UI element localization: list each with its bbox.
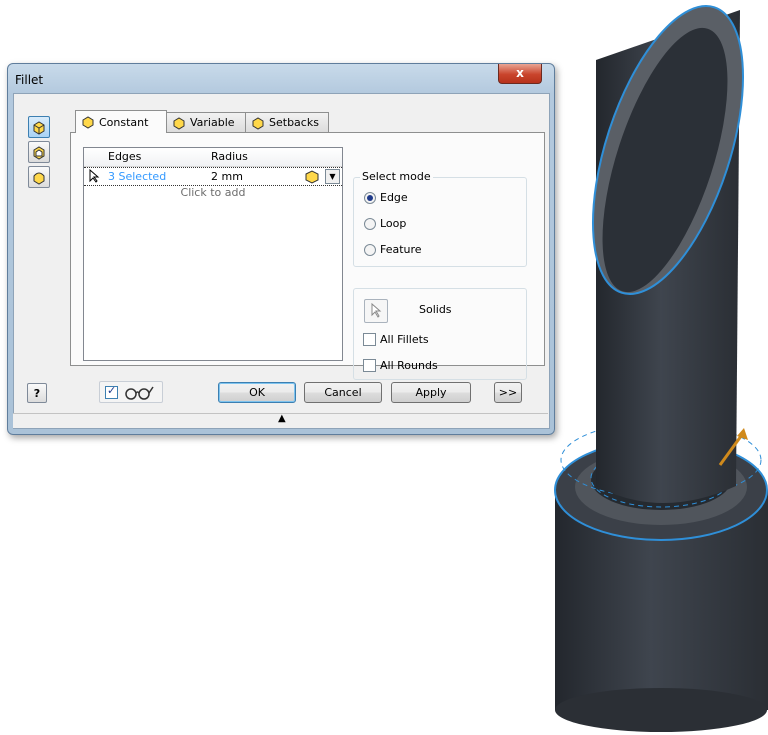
preview-toggle[interactable]: ✓ bbox=[99, 381, 163, 403]
cancel-button[interactable]: Cancel bbox=[304, 382, 382, 403]
select-arrow-icon bbox=[371, 302, 382, 318]
all-fillets-checkbox[interactable]: All Fillets bbox=[363, 333, 429, 346]
glasses-icon bbox=[125, 386, 154, 400]
solids-group: Solids All Fillets All Rounds bbox=[353, 288, 527, 380]
help-icon[interactable]: ? bbox=[27, 383, 47, 403]
radio-feature[interactable]: Feature bbox=[364, 243, 422, 256]
edges-table[interactable]: Edges Radius 3 Selected 2 mm ▼ Click to … bbox=[83, 147, 343, 361]
edges-cell[interactable]: 3 Selected bbox=[108, 170, 166, 183]
ok-button[interactable]: OK bbox=[218, 382, 296, 403]
fillet-type-icon[interactable] bbox=[304, 169, 322, 184]
collapse-bar[interactable]: ▲ bbox=[13, 413, 548, 428]
dialog-body: Constant Variable Setbacks Edges Radius … bbox=[13, 93, 550, 429]
radius-cell[interactable]: 2 mm bbox=[211, 170, 243, 183]
apply-button[interactable]: Apply bbox=[391, 382, 471, 403]
radio-button[interactable] bbox=[364, 243, 376, 256]
preview-checkbox[interactable]: ✓ bbox=[105, 384, 118, 399]
radio-button[interactable] bbox=[364, 191, 376, 204]
full-round-icon[interactable] bbox=[28, 166, 50, 188]
tab-setbacks[interactable]: Setbacks bbox=[245, 112, 329, 132]
fillet-dialog: Fillet x Constant Variable Setbacks Edge… bbox=[7, 63, 555, 435]
fillet-edge-icon[interactable] bbox=[28, 116, 50, 138]
face-fillet-icon[interactable] bbox=[28, 141, 50, 163]
radio-button[interactable] bbox=[364, 217, 376, 230]
tab-constant[interactable]: Constant bbox=[75, 110, 167, 133]
constant-tab-panel: Edges Radius 3 Selected 2 mm ▼ Click to … bbox=[70, 132, 545, 380]
column-header-radius: Radius bbox=[211, 150, 248, 163]
dialog-title: Fillet bbox=[15, 73, 44, 87]
checkbox[interactable] bbox=[363, 359, 376, 372]
click-to-add-prompt[interactable]: Click to add bbox=[84, 186, 342, 199]
select-mode-label: Select mode bbox=[360, 170, 433, 183]
select-mode-group: Select mode Edge Loop Feature bbox=[353, 170, 527, 267]
dropdown-arrow-icon[interactable]: ▼ bbox=[325, 169, 340, 184]
close-button[interactable]: x bbox=[498, 64, 542, 84]
table-header: Edges Radius bbox=[84, 148, 342, 167]
solids-select-button[interactable] bbox=[364, 299, 388, 323]
column-header-edges: Edges bbox=[108, 150, 142, 163]
more-button[interactable]: >> bbox=[494, 382, 522, 403]
variable-fillet-icon bbox=[173, 116, 185, 130]
tab-variable[interactable]: Variable bbox=[166, 112, 246, 132]
solids-label: Solids bbox=[419, 303, 452, 316]
setback-fillet-icon bbox=[252, 116, 264, 130]
all-rounds-checkbox[interactable]: All Rounds bbox=[363, 359, 438, 372]
checkbox[interactable] bbox=[363, 333, 376, 346]
table-row[interactable]: 3 Selected 2 mm ▼ bbox=[84, 167, 342, 186]
angled-tube[interactable] bbox=[563, 0, 768, 503]
collapse-arrow-icon[interactable]: ▲ bbox=[278, 413, 286, 424]
radio-edge[interactable]: Edge bbox=[364, 191, 408, 204]
select-arrow-icon bbox=[89, 169, 100, 183]
radio-loop[interactable]: Loop bbox=[364, 217, 406, 230]
constant-fillet-icon bbox=[82, 116, 94, 129]
